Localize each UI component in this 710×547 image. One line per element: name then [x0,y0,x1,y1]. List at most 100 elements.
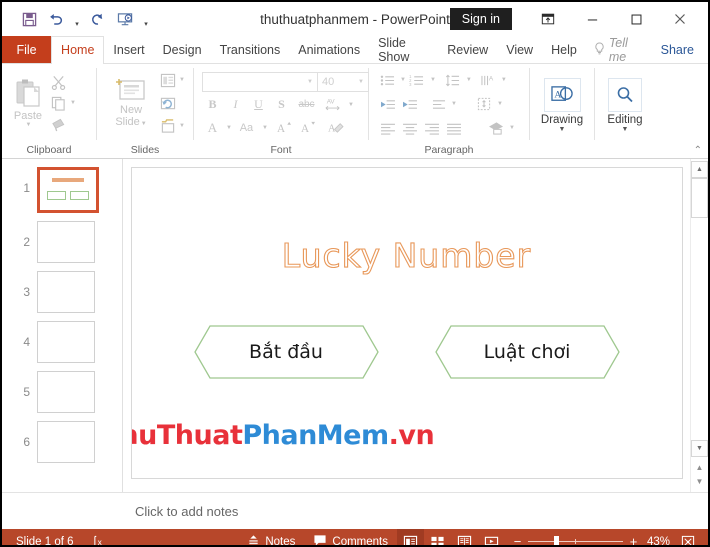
copy-dropdown-icon[interactable]: ▼ [70,100,76,106]
new-slide-dropdown-icon[interactable]: ▼ [141,121,147,127]
convert-to-smartart-button[interactable] [486,118,507,138]
tab-file[interactable]: File [2,36,52,63]
font-name-dropdown-icon[interactable]: ▼ [307,79,317,85]
list-item[interactable]: 5 [2,371,122,413]
change-case-button[interactable]: Aa [234,118,259,138]
zoom-percentage[interactable]: 43% [644,536,670,546]
increase-indent-button[interactable] [399,94,420,114]
line-spacing-dropdown-icon[interactable]: ▼ [466,77,472,83]
sign-in-button[interactable]: Sign in [449,8,512,30]
decrease-indent-button[interactable] [377,94,398,114]
layout-button[interactable] [157,70,178,90]
start-presentation-icon[interactable] [112,7,138,31]
tab-help[interactable]: Help [542,36,586,63]
zoom-slider-handle[interactable] [554,536,559,545]
align-left-button[interactable] [377,118,398,138]
tab-design[interactable]: Design [154,36,211,63]
italic-button[interactable]: I [225,95,246,115]
slide-editor[interactable]: Lucky Number Bắt đầu Luật chơi uThuatPha… [130,167,683,479]
paste-button[interactable]: Paste ▼ [10,76,46,130]
zoom-slider[interactable] [528,536,623,545]
font-color-dropdown-icon[interactable]: ▼ [226,125,232,131]
maximize-icon[interactable] [614,4,658,34]
comments-button[interactable]: Comments [304,529,397,545]
font-name-input[interactable]: ▼ [203,73,317,91]
reading-view-icon[interactable] [451,529,478,545]
list-item[interactable]: 3 [2,271,122,313]
line-spacing-button[interactable] [443,70,464,90]
close-icon[interactable] [658,4,702,34]
redo-icon[interactable] [85,7,111,31]
share-button[interactable]: Share [647,36,708,63]
strikethrough-button[interactable]: abc [294,95,319,115]
vertical-scrollbar[interactable]: ▲ ▼ ▲ ▼ [690,159,708,492]
slide-thumbnail-6[interactable] [37,421,95,463]
collapse-ribbon-button[interactable]: ⌃ [694,145,702,156]
align-right-button[interactable] [421,118,442,138]
smartart-dropdown-icon[interactable]: ▼ [509,125,515,131]
align-text-dropdown-icon[interactable]: ▼ [451,101,457,107]
list-item[interactable]: 4 [2,321,122,363]
minimize-icon[interactable] [570,4,614,34]
tab-view[interactable]: View [497,36,542,63]
new-slide-button[interactable]: New Slide▼ [105,76,157,130]
ribbon-display-options-icon[interactable] [526,4,570,34]
zoom-in-button[interactable]: + [628,534,639,545]
text-direction-dropdown-icon[interactable]: ▼ [501,77,507,83]
start-hexagon[interactable]: Bắt đầu [193,325,379,379]
rules-hexagon[interactable]: Luật chơi [434,325,620,379]
justify-button[interactable] [443,118,464,138]
editing-button[interactable] [608,77,642,112]
underline-button[interactable]: U [248,95,269,115]
scroll-up-button[interactable]: ▲ [691,161,708,178]
slide-thumbnail-4[interactable] [37,321,95,363]
drawing-dropdown-icon[interactable]: ▼ [559,126,566,133]
slide-thumbnail-panel[interactable]: 1 2 3 4 5 6 [2,159,123,492]
slide-thumbnail-5[interactable] [37,371,95,413]
slide-thumbnail-3[interactable] [37,271,95,313]
fit-slide-to-window-icon[interactable] [675,535,701,545]
slide-thumbnail-2[interactable] [37,221,95,263]
previous-slide-button[interactable]: ▲ [692,460,707,474]
drawing-button[interactable]: A [543,77,581,112]
notes-pane[interactable]: Click to add notes [2,492,708,529]
slide-title[interactable]: Lucky Number [132,235,682,275]
align-text-button[interactable] [428,94,449,114]
notes-button[interactable]: Notes [238,529,304,545]
slide-thumbnail-1[interactable] [37,167,99,213]
cut-button[interactable] [48,72,69,92]
tab-slide-show[interactable]: Slide Show [369,36,438,64]
list-item[interactable]: 6 [2,421,122,463]
text-box-align-button[interactable] [474,94,495,114]
decrease-font-size-button[interactable]: A [298,118,320,138]
shadow-button[interactable]: S [271,95,292,115]
bold-button[interactable]: B [202,95,223,115]
customize-qat-icon[interactable]: ▾ [139,4,153,34]
spell-check-icon[interactable]: x [84,529,115,545]
normal-view-icon[interactable] [397,529,424,545]
tab-transitions[interactable]: Transitions [211,36,290,63]
numbering-dropdown-icon[interactable]: ▼ [430,77,436,83]
list-item[interactable]: 1 [2,167,122,213]
increase-font-size-button[interactable]: A [274,118,296,138]
tab-insert[interactable]: Insert [104,36,153,63]
bullets-dropdown-icon[interactable]: ▼ [400,77,406,83]
character-spacing-dropdown-icon[interactable]: ▼ [348,102,354,108]
paste-dropdown-icon[interactable]: ▼ [26,122,32,128]
numbering-button[interactable]: 123 [407,70,428,90]
undo-dropdown-icon[interactable]: ▾ [70,4,84,34]
text-direction-button[interactable]: A [478,70,499,90]
font-color-button[interactable]: A [202,118,223,138]
copy-button[interactable] [48,93,69,113]
format-painter-button[interactable] [48,114,69,134]
slide-counter[interactable]: Slide 1 of 6 [2,536,84,546]
tab-review[interactable]: Review [438,36,497,63]
editing-dropdown-icon[interactable]: ▼ [622,126,629,133]
zoom-out-button[interactable]: − [512,534,523,545]
slideshow-view-icon[interactable] [478,529,505,545]
clear-formatting-button[interactable]: A [325,118,347,138]
tab-home[interactable]: Home [51,36,105,64]
tell-me-box[interactable]: Tell me [586,36,647,64]
layout-dropdown-icon[interactable]: ▼ [179,77,185,83]
section-button[interactable] [157,116,178,136]
